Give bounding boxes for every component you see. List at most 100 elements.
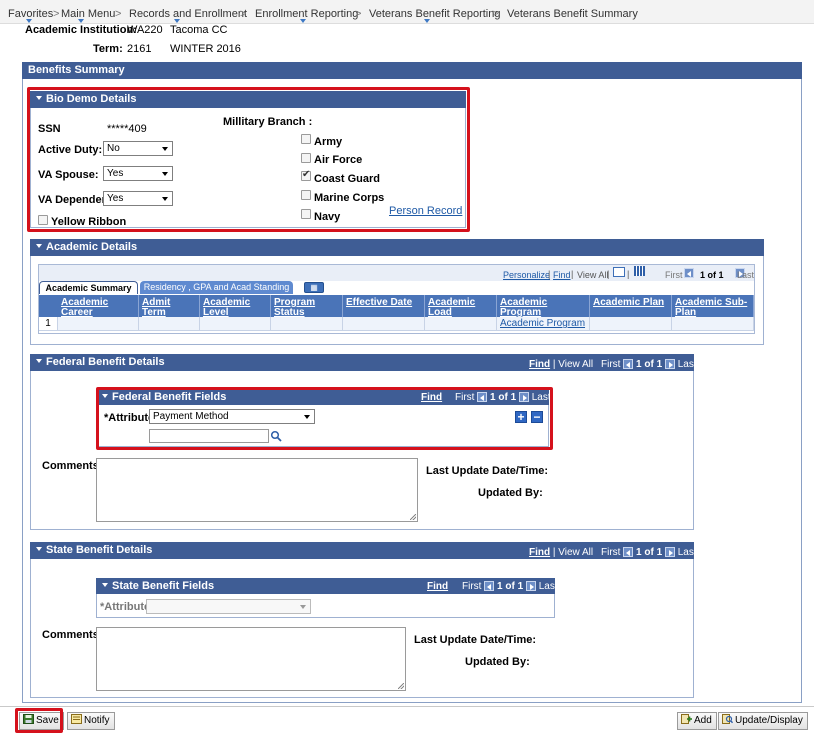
army-checkbox[interactable] [301,134,311,144]
collapse-icon[interactable] [36,359,42,364]
breadcrumb-records-enrollment[interactable]: Records and Enrollment [129,8,247,20]
collapse-icon[interactable] [36,244,42,249]
academic-program-link[interactable]: Academic Program [500,318,585,329]
first-label: First [455,392,475,403]
column-header[interactable]: Admit Term [139,295,200,318]
next-row-icon[interactable] [664,547,675,558]
active-duty-select[interactable]: No [103,141,173,156]
va-spouse-select[interactable]: Yes [103,166,173,181]
column-header[interactable]: Academic Level [200,295,271,318]
search-icon[interactable] [270,430,282,442]
attribute-value: Payment Method [153,411,229,422]
previous-row-icon[interactable] [623,359,634,370]
federal-find-link[interactable]: Find [529,359,550,370]
person-record-link[interactable]: Person Record [389,205,462,217]
column-header[interactable]: Academic Sub-Plan [672,295,754,318]
toolbar-separator: | [627,269,630,279]
table-cell [672,317,754,331]
breadcrumb-main-menu[interactable]: Main Menu [61,8,115,20]
state-header[interactable]: State Benefit Details Find | View All Fi… [30,542,697,559]
air-force-checkbox[interactable] [301,153,311,163]
notify-icon [71,714,82,725]
breadcrumb-separator: > [355,8,362,20]
federal-view-all-link[interactable]: View All [558,359,593,370]
last-label: Last [677,547,697,558]
next-row-icon[interactable] [664,359,675,370]
academic-header[interactable]: Academic Details [30,239,764,256]
update-display-button[interactable]: Update/Display [718,712,808,730]
federal-updated-by-label: Updated By: [478,487,543,499]
navy-checkbox[interactable] [301,209,311,219]
collapse-icon[interactable] [36,547,42,552]
chevron-down-icon[interactable] [174,19,180,23]
federal-header[interactable]: Federal Benefit Details Find | View All … [30,354,697,371]
state-fields-header[interactable]: State Benefit Fields Find First 1 of 1 L… [96,578,558,594]
chevron-down-icon[interactable] [300,19,306,23]
previous-row-icon[interactable] [684,268,694,279]
save-button[interactable]: Save [19,712,64,730]
update-display-icon [722,714,733,725]
row-range: 1 of 1 [700,270,724,280]
show-all-columns-icon[interactable]: ▦ [304,282,324,293]
yellow-ribbon-label: Yellow Ribbon [51,216,127,228]
table-cell [200,317,271,331]
bio-demo-header[interactable]: Bio Demo Details [30,91,466,108]
term-code: 2161 [127,43,152,55]
table-cell [590,317,672,331]
column-header[interactable]: Program Status [271,295,343,318]
breadcrumb-enrollment-reporting[interactable]: Enrollment Reporting [255,8,358,20]
table-cell [343,317,425,331]
tab-academic-summary[interactable]: Academic Summary [39,281,138,294]
column-header[interactable]: Effective Date [343,295,425,317]
federal-fields-header[interactable]: Federal Benefit Fields Find First 1 of 1… [96,389,551,405]
breadcrumb-separator: > [240,8,247,20]
add-row-icon[interactable]: + [515,411,527,423]
separator: | [552,547,556,558]
column-header[interactable]: Academic Program [497,295,590,318]
institution-label: Academic Institution: [25,24,137,36]
grid-row-header-corner [39,295,58,317]
find-link[interactable]: Find [553,270,571,280]
collapse-icon[interactable] [102,394,108,399]
state-view-all-link[interactable]: View All [558,547,593,558]
next-row-icon[interactable] [525,581,536,592]
tab-residency-gpa[interactable]: Residency , GPA and Acad Standing [140,281,293,294]
chevron-down-icon[interactable] [26,19,32,23]
zoom-icon[interactable] [613,267,625,277]
federal-fields-find-link[interactable]: Find [421,392,442,403]
previous-row-icon[interactable] [477,392,488,403]
state-comments-textarea[interactable] [96,627,406,691]
breadcrumb-veterans-benefit-summary: Veterans Benefit Summary [507,8,638,20]
view-all-link[interactable]: View All [577,270,608,280]
breadcrumb-veterans-benefit-reporting[interactable]: Veterans Benefit Reporting [369,8,500,20]
collapse-icon[interactable] [102,583,108,588]
collapse-icon[interactable] [36,96,42,101]
previous-row-icon[interactable] [623,547,634,558]
notify-button[interactable]: Notify [67,712,115,730]
table-cell [58,317,139,331]
coast-guard-checkbox[interactable] [301,169,311,181]
va-dependent-select[interactable]: Yes [103,191,173,206]
marine-corps-checkbox[interactable] [301,190,311,200]
chevron-down-icon[interactable] [424,19,430,23]
delete-row-icon[interactable]: − [531,411,543,423]
next-row-icon[interactable] [518,392,529,403]
personalize-link[interactable]: Personalize [503,270,550,280]
previous-row-icon[interactable] [484,581,495,592]
column-header[interactable]: Academic Load [425,295,497,318]
federal-comments-textarea[interactable] [96,458,418,522]
first-label: First [601,359,621,370]
row-range: 1 of 1 [497,581,524,592]
state-find-link[interactable]: Find [529,547,550,558]
chevron-down-icon[interactable] [78,19,84,23]
download-grid-icon[interactable] [634,266,645,276]
attribute-value-input[interactable] [149,429,269,443]
column-header[interactable]: Academic Career [58,295,139,318]
add-button[interactable]: Add [677,712,717,730]
table-cell [139,317,200,331]
va-spouse-value: Yes [107,168,124,179]
attribute-select[interactable]: Payment Method [149,409,315,424]
state-fields-find-link[interactable]: Find [427,581,448,592]
column-header[interactable]: Academic Plan [590,295,672,317]
yellow-ribbon-checkbox[interactable] [38,215,48,225]
